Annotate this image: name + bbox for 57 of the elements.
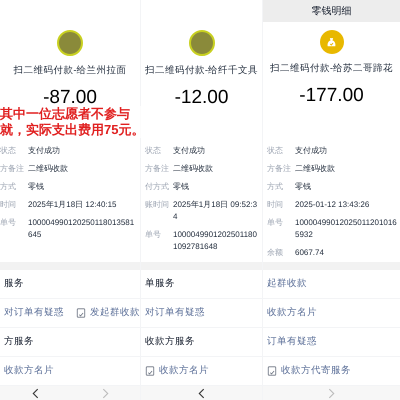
payment-amount: -12.00: [174, 86, 228, 110]
service-link[interactable]: 发起群收款: [76, 306, 140, 320]
detail-label: 时间: [0, 199, 17, 211]
detail-label: 单号: [267, 217, 284, 229]
merchant-name: 扫二维码付款-给纤千文具: [144, 64, 258, 78]
detail-label: 方备注: [0, 163, 25, 175]
service-link[interactable]: 对订单有疑惑: [4, 306, 64, 320]
money-bag-icon: [320, 30, 344, 54]
service-link[interactable]: 起群收款: [267, 276, 307, 292]
page-title: 零钱明细: [263, 0, 400, 22]
detail-value: 100004990120250112010165932: [295, 217, 398, 241]
section-title: 收款方服务: [145, 334, 195, 349]
detail-value: 10000499012025011801092781648: [173, 229, 258, 253]
service-link[interactable]: 收款方名片: [267, 306, 317, 320]
detail-label: 状态: [0, 145, 17, 157]
detail-value: 2025年1月18日 09:52:34: [173, 199, 258, 223]
detail-value: 2025年1月18日 12:40:15: [28, 199, 118, 211]
service-link[interactable]: 收款方名片: [4, 364, 54, 378]
detail-label: 方式: [0, 181, 17, 193]
back-icon[interactable]: [32, 388, 38, 398]
detail-value: 二维码收款: [28, 163, 69, 175]
avatar-photo-placeholder: [188, 30, 214, 56]
section-title: 服务: [4, 276, 24, 291]
service-link[interactable]: 对订单有疑惑: [145, 306, 205, 320]
service-link[interactable]: 订单有疑惑: [267, 334, 317, 350]
section-title: 方服务: [4, 334, 34, 349]
payment-amount: -177.00: [299, 84, 364, 108]
avatar-photo-placeholder: [57, 30, 83, 56]
merchant-name: 扫二维码付款-给苏二哥蹄花: [270, 62, 394, 76]
detail-value: 支付成功: [173, 145, 206, 157]
detail-label: 时间: [267, 199, 284, 211]
detail-value: 支付成功: [295, 145, 328, 157]
detail-value: 支付成功: [28, 145, 61, 157]
detail-label: 付方式: [145, 181, 170, 193]
detail-label: 状态: [145, 145, 162, 157]
detail-value: 零钱: [295, 181, 312, 193]
detail-value: 100004990120250118013581645: [28, 217, 136, 241]
detail-label: 方备注: [267, 163, 292, 175]
detail-value: 二维码收款: [173, 163, 214, 175]
merchant-name: 扫二维码付款-给兰州拉面: [13, 64, 127, 78]
detail-label: 账时间: [145, 199, 170, 211]
section-title: 单服务: [145, 276, 175, 291]
detail-value: 6067.74: [295, 247, 325, 259]
detail-label: 方式: [267, 181, 284, 193]
detail-label: 方备注: [145, 163, 170, 175]
payment-amount: -87.00: [43, 86, 97, 108]
detail-value: 二维码收款: [295, 163, 336, 175]
service-link[interactable]: 收款方代寄服务: [267, 364, 351, 378]
detail-label: 状态: [267, 145, 284, 157]
detail-label: 单号: [145, 229, 162, 241]
detail-label: 单号: [0, 217, 17, 229]
detail-label: 余额: [267, 247, 284, 259]
service-link[interactable]: 收款方名片: [145, 364, 209, 378]
detail-value: 零钱: [173, 181, 190, 193]
detail-value: 零钱: [28, 181, 45, 193]
back-icon[interactable]: [198, 388, 205, 398]
detail-value: 2025-01-12 13:43:26: [295, 199, 370, 211]
